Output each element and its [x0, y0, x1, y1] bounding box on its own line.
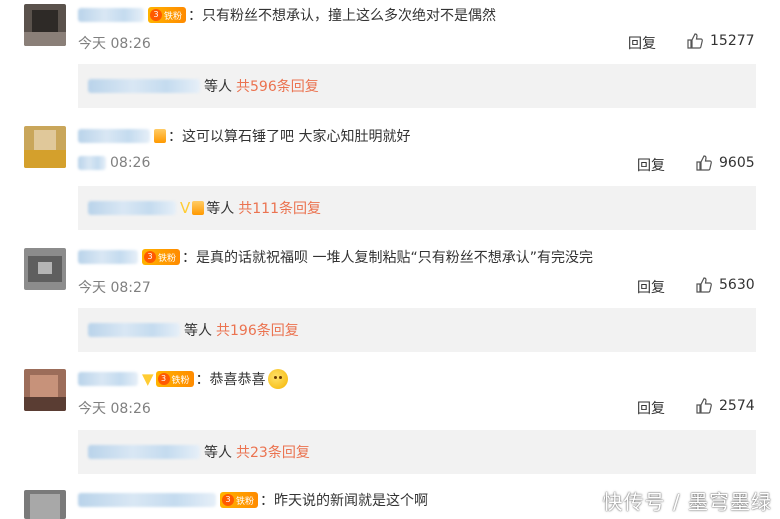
username[interactable] — [78, 8, 144, 22]
like-count: 5630 — [719, 277, 755, 293]
replies-others-label: 等人 — [204, 79, 232, 95]
time-prefix-blurred — [78, 156, 106, 170]
view-replies-link[interactable]: 共23条回复 — [236, 442, 310, 462]
fan-badge-icon — [154, 129, 166, 143]
comment-time: 今天 08:26 — [78, 36, 151, 52]
username[interactable] — [78, 129, 150, 143]
avatar[interactable] — [24, 4, 66, 46]
replies-others-label: 等人 — [206, 201, 235, 217]
thumbs-up-icon — [696, 277, 712, 293]
replies-others-label: 等人 — [204, 445, 232, 461]
comment-header: ▼ 3 铁粉 ：恭喜恭喜 — [78, 368, 288, 390]
reply-button[interactable]: 回复 — [637, 155, 665, 175]
replies-preview[interactable]: 等人 共23条回复 — [78, 430, 756, 474]
comment-header: 3 铁粉 ：昨天说的新闻就是这个啊 — [78, 489, 428, 511]
fan-badge: 3 铁粉 — [142, 249, 181, 265]
comment-time: 今天 08:27 — [78, 280, 151, 296]
comment-text: ：昨天说的新闻就是这个啊 — [260, 493, 429, 509]
like-button[interactable]: 2574 — [695, 397, 755, 415]
fan-badge: 3 铁粉 — [155, 371, 194, 387]
reply-button[interactable]: 回复 — [637, 277, 665, 297]
reply-usernames[interactable] — [88, 201, 176, 215]
comment-text: ：是真的话就祝福呗 一堆人复制粘贴“只有粉丝不想承认”有完没完 — [182, 250, 593, 266]
comment-text: ：这可以算石锤了吧 大家心知肚明就好 — [168, 129, 411, 145]
thumbs-up-icon — [696, 155, 712, 171]
username[interactable] — [78, 250, 138, 264]
avatar[interactable] — [24, 248, 66, 290]
like-button[interactable]: 9605 — [695, 154, 755, 172]
fan-level-icon: 3 — [157, 373, 170, 385]
view-replies-link[interactable]: 共596条回复 — [236, 76, 319, 96]
comment-text: ：只有粉丝不想承认，撞上这么多次绝对不是偶然 — [188, 8, 497, 24]
reply-usernames[interactable] — [88, 323, 180, 337]
view-replies-link[interactable]: 共111条回复 — [238, 198, 321, 218]
username[interactable] — [78, 372, 138, 386]
username[interactable] — [78, 493, 216, 507]
reply-usernames[interactable] — [88, 79, 200, 93]
like-count: 15277 — [710, 33, 755, 49]
like-button[interactable]: 15277 — [686, 32, 755, 50]
comment-text: ：恭喜恭喜 — [195, 372, 266, 388]
blushing-emoji-icon — [267, 369, 288, 389]
comment-time: 08:26 — [78, 155, 150, 171]
avatar[interactable] — [24, 126, 66, 168]
fan-level-icon: 3 — [144, 251, 156, 263]
like-button[interactable]: 5630 — [695, 276, 755, 294]
comment-header: ：这可以算石锤了吧 大家心知肚明就好 — [78, 125, 410, 147]
comment-header: 3 铁粉 ：是真的话就祝福呗 一堆人复制粘贴“只有粉丝不想承认”有完没完 — [78, 246, 593, 268]
like-count: 2574 — [719, 398, 755, 414]
comment-header: 3 铁粉 ：只有粉丝不想承认，撞上这么多次绝对不是偶然 — [78, 4, 496, 26]
comment-time: 今天 08:26 — [78, 401, 151, 417]
thumbs-up-icon — [696, 398, 712, 414]
reply-button[interactable]: 回复 — [637, 398, 665, 418]
fan-level-icon: 3 — [150, 9, 162, 21]
replies-preview[interactable]: V 等人 共111条回复 — [78, 186, 756, 230]
fan-badge: 3 铁粉 — [148, 7, 187, 23]
vip-icon: V — [180, 199, 191, 217]
thumbs-up-icon — [687, 33, 703, 49]
fan-badge: 3 铁粉 — [220, 492, 259, 508]
avatar[interactable] — [24, 369, 66, 411]
like-count: 9605 — [719, 155, 755, 171]
fan-level-icon: 3 — [222, 494, 234, 506]
replies-others-label: 等人 — [184, 323, 212, 339]
replies-preview[interactable]: 等人 共196条回复 — [78, 308, 756, 352]
vip-icon: ▼ — [142, 370, 154, 388]
view-replies-link[interactable]: 共196条回复 — [216, 320, 299, 340]
watermark: 快传号 / 墨穹墨绿 — [602, 490, 772, 514]
replies-preview[interactable]: 等人 共596条回复 — [78, 64, 756, 108]
reply-button[interactable]: 回复 — [628, 33, 656, 53]
reply-usernames[interactable] — [88, 445, 200, 459]
fan-badge-icon — [192, 201, 205, 215]
avatar[interactable] — [24, 490, 66, 519]
